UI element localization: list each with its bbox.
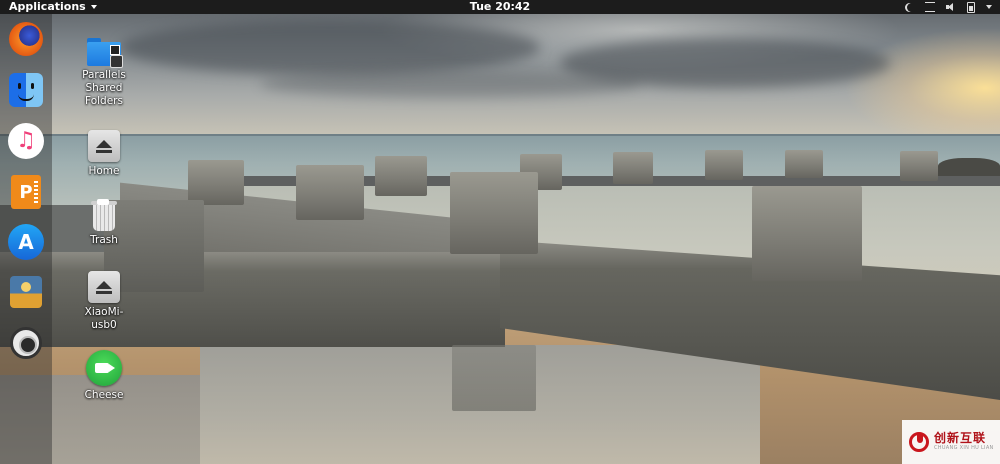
desktop-item-label: Trash [90, 234, 118, 246]
clock[interactable]: Tue 20:42 [470, 0, 530, 13]
night-light-icon[interactable] [905, 3, 914, 12]
watermark-subtext: CHUANG XIN HU LIAN [934, 445, 994, 451]
dock-item-installer[interactable] [7, 273, 45, 311]
top-bar: Applications Tue 20:42 [0, 0, 1000, 14]
applications-label: Applications [9, 0, 86, 13]
pages-icon: P [11, 175, 41, 209]
watermark-text: 创新互联 [934, 431, 987, 445]
shared-folder-icon [87, 38, 123, 68]
wallpaper-block [900, 151, 938, 181]
network-icon[interactable] [925, 2, 935, 12]
desktop-item-xiaomi-usb0[interactable]: XiaoMi- usb0 [73, 271, 135, 332]
desktop-item-cheese[interactable]: Cheese [73, 350, 135, 402]
desktop-item-label: Home [88, 165, 120, 177]
system-tray[interactable] [905, 0, 992, 14]
installer-icon [10, 276, 42, 308]
wallpaper-rock [938, 158, 1000, 178]
dock-item-help[interactable] [7, 324, 45, 362]
lifebuoy-icon [10, 327, 42, 359]
volume-icon[interactable] [946, 3, 956, 11]
wallpaper-block-reflection [452, 345, 536, 411]
wallpaper-cloud [260, 70, 640, 98]
firefox-icon [9, 22, 43, 56]
finder-icon [9, 73, 43, 107]
desktop-item-home[interactable]: Home [73, 130, 135, 178]
eject-icon [88, 271, 120, 303]
cheese-camera-icon [86, 350, 122, 386]
wallpaper-block [752, 186, 862, 281]
clock-area: Tue 20:42 [0, 0, 1000, 14]
wallpaper-block [188, 160, 244, 205]
chevron-down-icon [90, 5, 97, 9]
wallpaper-block [450, 172, 538, 254]
desktop-item-label: Cheese [84, 389, 124, 401]
watermark: 创新互联 CHUANG XIN HU LIAN [902, 420, 1000, 464]
trash-icon [91, 199, 117, 231]
wallpaper-block [613, 152, 653, 184]
wallpaper-block [296, 165, 364, 220]
wallpaper-horizon [0, 134, 1000, 136]
dock-item-finder[interactable] [7, 71, 45, 109]
desktop-item-parallels-shared-folders[interactable]: Parallels Shared Folders [73, 38, 135, 108]
wallpaper-block [705, 150, 743, 180]
dock-item-firefox[interactable] [7, 20, 45, 58]
applications-menu[interactable]: Applications [9, 0, 97, 14]
power-menu-chevron-icon[interactable] [986, 5, 992, 9]
dock-item-pages[interactable]: P [7, 173, 45, 211]
dock: ♫ P A [0, 14, 52, 464]
dock-item-app-store[interactable]: A [7, 223, 45, 261]
wallpaper-block [785, 150, 823, 178]
music-icon: ♫ [8, 123, 44, 159]
watermark-logo-icon [909, 432, 929, 452]
app-store-icon: A [8, 224, 44, 260]
wallpaper-block [375, 156, 427, 196]
desktop-item-label: Parallels Shared Folders [82, 69, 126, 107]
eject-icon [88, 130, 120, 162]
dock-item-music[interactable]: ♫ [7, 122, 45, 160]
wallpaper-cloud [120, 20, 540, 75]
desktop-wallpaper [0, 0, 1000, 464]
battery-icon[interactable] [967, 1, 975, 13]
desktop-item-label: XiaoMi- usb0 [84, 306, 124, 331]
desktop-item-trash[interactable]: Trash [73, 199, 135, 247]
